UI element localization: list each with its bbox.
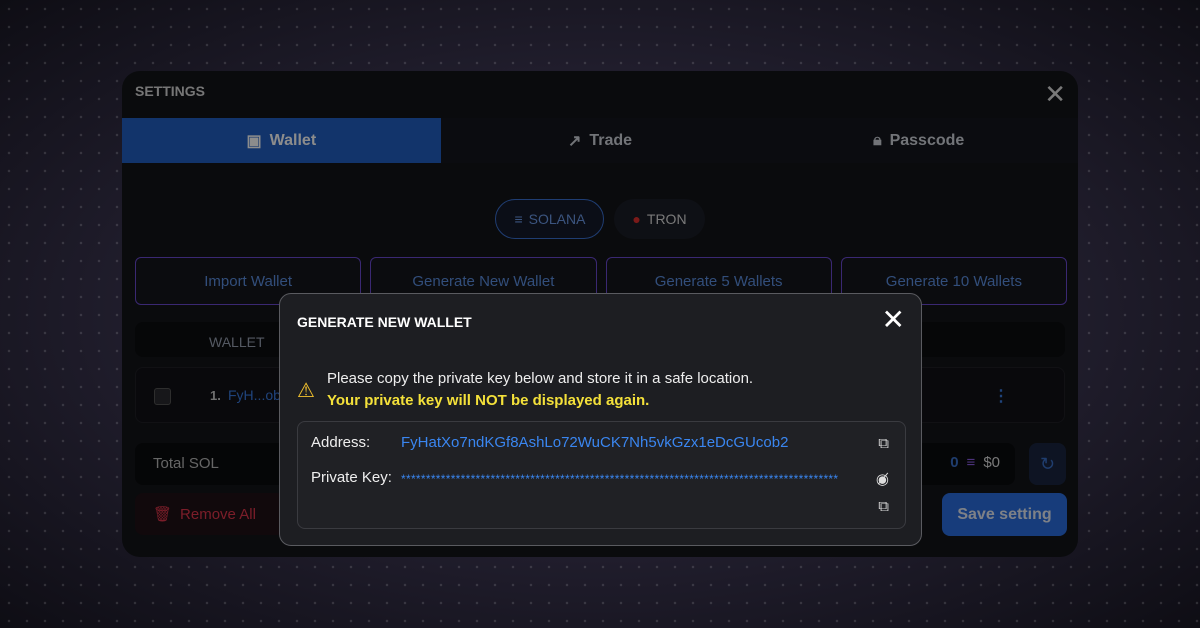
modal-title: GENERATE NEW WALLET (297, 314, 472, 330)
warning-icon: ⚠ (297, 380, 315, 402)
close-icon[interactable]: ✕ (882, 306, 905, 334)
wallet-details: Address: FyHatXo7ndKGf8AshLo72WuCK7Nh5vk… (297, 421, 906, 529)
warning-strong: Your private key will NOT be displayed a… (327, 392, 650, 409)
eye-off-icon[interactable]: ◉̸ (876, 470, 889, 488)
generate-wallet-modal: GENERATE NEW WALLET ✕ ⚠ Please copy the … (279, 293, 922, 546)
copy-icon[interactable]: ⧉ (878, 435, 889, 452)
copy-icon[interactable]: ⧉ (878, 498, 889, 515)
address-label: Address: (311, 434, 371, 451)
private-key-label: Private Key: (311, 469, 392, 486)
address-value: FyHatXo7ndKGf8AshLo72WuCK7Nh5vkGzx1eDcGU… (401, 434, 789, 451)
warning-text: Please copy the private key below and st… (327, 370, 754, 387)
private-key-value: ****************************************… (401, 472, 839, 486)
